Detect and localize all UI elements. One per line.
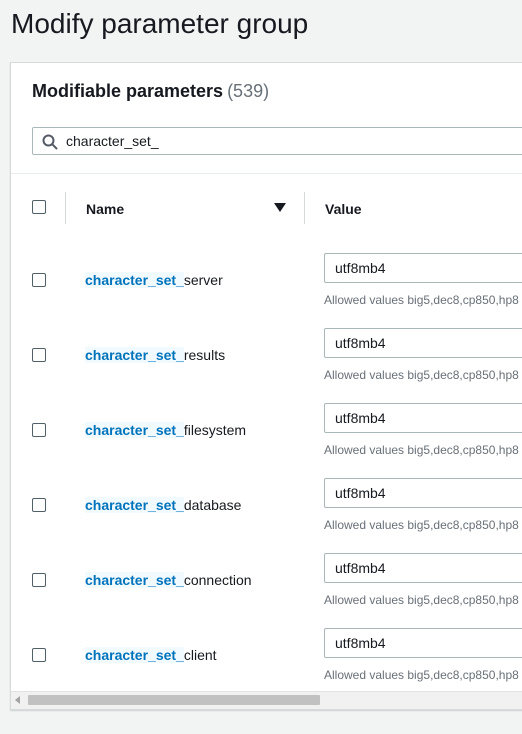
name-highlight: character_set_ (85, 422, 184, 438)
row-checkbox[interactable] (32, 498, 46, 512)
parameter-name-link[interactable]: character_set_database (85, 497, 241, 513)
search-field[interactable] (32, 127, 522, 155)
search-icon (42, 134, 58, 150)
row-checkbox[interactable] (32, 648, 46, 662)
parameter-name-link[interactable]: character_set_connection (85, 572, 252, 588)
allowed-values-hint: Allowed values big5,dec8,cp850,hp8 (324, 368, 519, 382)
table-row: character_set_connection utf8mb4 Allowed… (11, 542, 522, 618)
parameter-name-link[interactable]: character_set_client (85, 647, 217, 663)
name-highlight: character_set_ (85, 272, 184, 288)
column-header-name[interactable]: Name (86, 201, 124, 217)
name-suffix: filesystem (183, 422, 247, 438)
column-divider[interactable] (65, 192, 66, 224)
table-row: character_set_server utf8mb4 Allowed val… (11, 242, 522, 318)
table-row: character_set_client utf8mb4 Allowed val… (11, 617, 522, 693)
table-header: Name Value (11, 173, 522, 243)
value-input[interactable]: utf8mb4 (324, 478, 522, 508)
value-input[interactable]: utf8mb4 (324, 403, 522, 433)
table-row: character_set_database utf8mb4 Allowed v… (11, 467, 522, 543)
value-input[interactable]: utf8mb4 (324, 328, 522, 358)
select-all-checkbox[interactable] (32, 200, 46, 214)
horizontal-scrollbar[interactable] (11, 691, 522, 709)
search-input[interactable] (66, 128, 466, 154)
allowed-values-hint: Allowed values big5,dec8,cp850,hp8 (324, 443, 519, 457)
name-highlight: character_set_ (85, 572, 184, 588)
name-suffix: server (183, 272, 223, 288)
scroll-left-arrow-icon[interactable] (15, 696, 20, 704)
value-input[interactable]: utf8mb4 (324, 553, 522, 583)
name-suffix: client (183, 647, 217, 663)
panel-header: Modifiable parameters (539) (32, 81, 269, 102)
parameters-panel: Modifiable parameters(539) Name Value ch… (10, 62, 522, 710)
allowed-values-hint: Allowed values big5,dec8,cp850,hp8 (324, 293, 519, 307)
column-header-value[interactable]: Value (325, 201, 362, 217)
name-suffix: connection (183, 572, 252, 588)
allowed-values-hint: Allowed values big5,dec8,cp850,hp8 (324, 518, 519, 532)
table-row: character_set_results utf8mb4 Allowed va… (11, 317, 522, 393)
page-title: Modify parameter group (11, 8, 309, 39)
allowed-values-hint: Allowed values big5,dec8,cp850,hp8 (324, 593, 519, 607)
parameter-name-link[interactable]: character_set_server (85, 272, 223, 288)
table-row: character_set_filesystem utf8mb4 Allowed… (11, 392, 522, 468)
name-suffix: database (183, 497, 242, 513)
panel-title: Modifiable parameters (32, 81, 224, 101)
scrollbar-thumb[interactable] (28, 695, 320, 705)
parameter-name-link[interactable]: character_set_filesystem (85, 422, 246, 438)
name-highlight: character_set_ (85, 347, 184, 363)
name-highlight: character_set_ (85, 647, 184, 663)
parameter-count: (539) (227, 81, 270, 101)
value-input[interactable]: utf8mb4 (324, 253, 522, 283)
row-checkbox[interactable] (32, 348, 46, 362)
row-checkbox[interactable] (32, 423, 46, 437)
row-checkbox[interactable] (32, 273, 46, 287)
column-divider[interactable] (304, 192, 305, 224)
sort-descending-icon[interactable] (274, 203, 286, 213)
allowed-values-hint: Allowed values big5,dec8,cp850,hp8 (324, 668, 519, 682)
value-input[interactable]: utf8mb4 (324, 628, 522, 658)
row-checkbox[interactable] (32, 573, 46, 587)
parameter-name-link[interactable]: character_set_results (85, 347, 225, 363)
name-highlight: character_set_ (85, 497, 184, 513)
name-suffix: results (183, 347, 226, 363)
